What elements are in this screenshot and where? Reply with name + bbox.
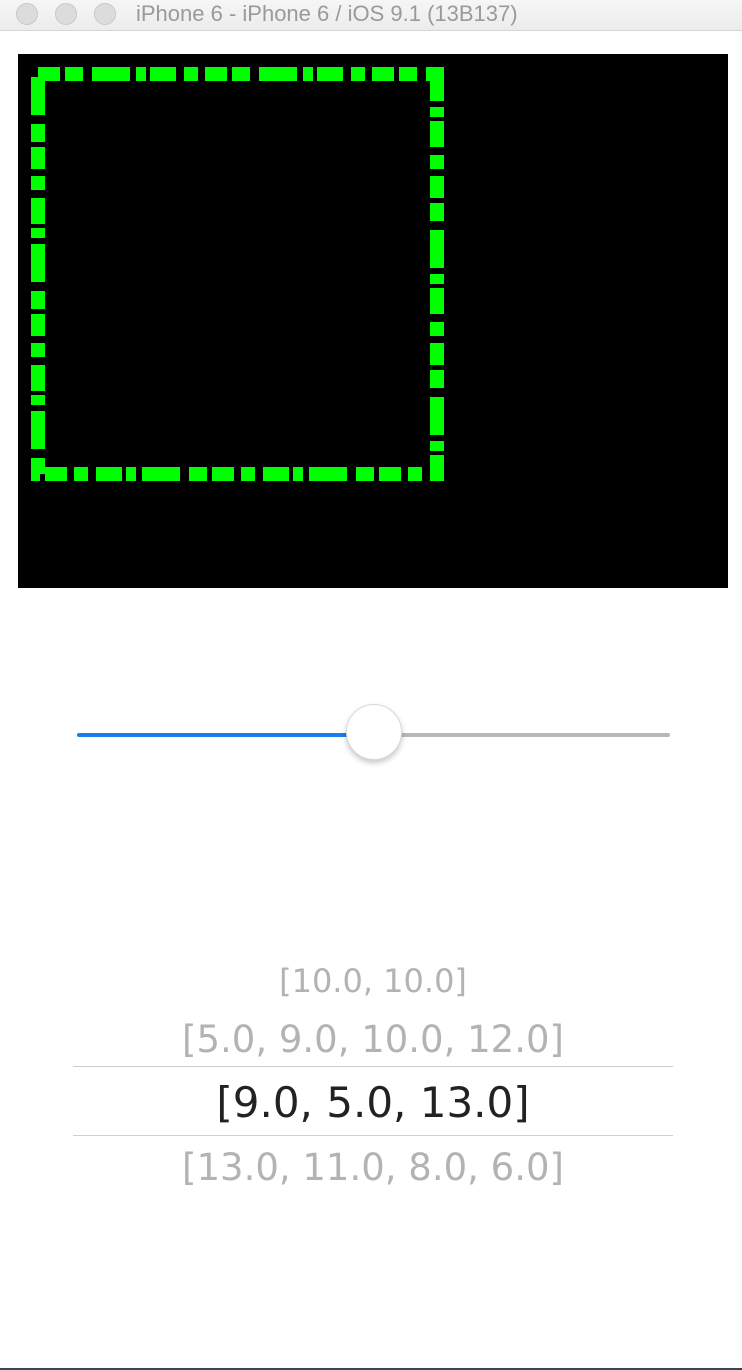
array-picker[interactable]: [10.0, 10.0] [5.0, 9.0, 10.0, 12.0] [9.0… [73, 940, 673, 1220]
close-button[interactable] [16, 3, 38, 25]
picker-row[interactable]: [5.0, 9.0, 10.0, 12.0] [73, 1018, 673, 1061]
slider-thumb[interactable] [345, 704, 402, 760]
slider-min-track [77, 733, 374, 737]
dashed-rectangle-drawing [31, 67, 444, 481]
picker-row[interactable]: [10.0, 10.0] [73, 962, 673, 1000]
drawing-canvas [18, 54, 728, 588]
picker-row[interactable]: [13.0, 11.0, 8.0, 6.0] [73, 1146, 673, 1189]
value-slider[interactable] [77, 704, 670, 764]
dashed-rectangle [31, 67, 444, 481]
picker-selection-bottom-line [73, 1135, 673, 1136]
minimize-button[interactable] [55, 3, 77, 25]
picker-row-selected[interactable]: [9.0, 5.0, 13.0] [73, 1078, 673, 1127]
window-title-bar: iPhone 6 - iPhone 6 / iOS 9.1 (13B137) [0, 0, 742, 31]
window-title: iPhone 6 - iPhone 6 / iOS 9.1 (13B137) [136, 1, 518, 26]
zoom-button[interactable] [94, 3, 116, 25]
slider-max-track [373, 733, 670, 737]
picker-selection-top-line [73, 1066, 673, 1067]
